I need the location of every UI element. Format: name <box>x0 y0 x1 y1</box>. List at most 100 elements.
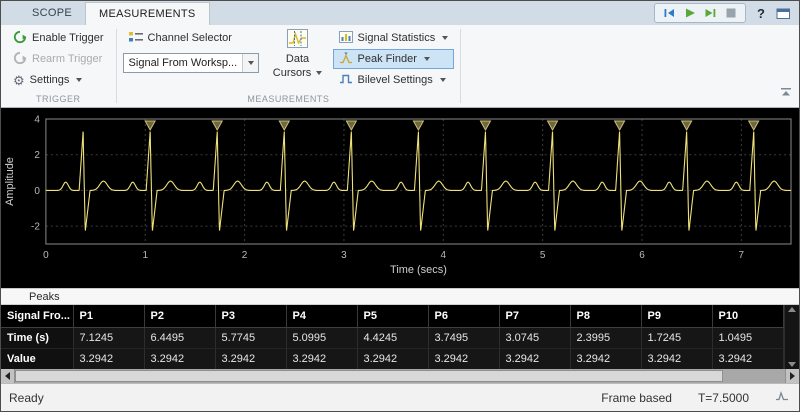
peaks-cell[interactable]: 5.7745 <box>215 327 286 348</box>
stop-icon[interactable] <box>725 7 737 19</box>
frame-mode-label: Frame based <box>601 391 672 405</box>
svg-text:Time (secs): Time (secs) <box>390 264 447 276</box>
scrollbar-thumb[interactable] <box>15 370 723 382</box>
scroll-left-icon[interactable] <box>1 369 15 383</box>
measurements-section-label: MEASUREMENTS <box>123 93 455 107</box>
peaks-cell[interactable]: 2.3995 <box>570 327 641 348</box>
peaks-row-label: Value <box>1 348 73 369</box>
peaks-col-header[interactable]: P5 <box>357 305 428 327</box>
peaks-cell[interactable]: 3.2942 <box>286 348 357 369</box>
collapse-ribbon-icon[interactable] <box>780 84 792 102</box>
help-button[interactable]: ? <box>755 6 767 21</box>
scroll-down-icon[interactable] <box>788 362 796 367</box>
peaks-cell[interactable]: 6.4495 <box>144 327 215 348</box>
peaks-col-header[interactable]: P2 <box>144 305 215 327</box>
chevron-down-icon <box>316 71 322 75</box>
chevron-down-icon <box>442 36 448 40</box>
combobox-arrow-button[interactable] <box>242 54 258 72</box>
peaks-col-header[interactable]: P4 <box>286 305 357 327</box>
table-row: Value3.29423.29423.29423.29423.29423.294… <box>1 348 799 369</box>
svg-text:7: 7 <box>739 250 745 261</box>
tab-measurements[interactable]: MEASUREMENTS <box>85 2 210 25</box>
chevron-down-icon <box>440 78 446 82</box>
trigger-section: Enable Trigger Rearm Trigger ⚙ Settings … <box>1 25 116 107</box>
peaks-col-header[interactable]: P10 <box>712 305 783 327</box>
simulation-time-label: T=7.5000 <box>698 391 749 405</box>
peaks-col-header[interactable]: P3 <box>215 305 286 327</box>
peaks-cell[interactable]: 1.7245 <box>641 327 712 348</box>
channel-selector-button[interactable]: Channel Selector <box>123 28 263 48</box>
trigger-settings-button[interactable]: ⚙ Settings <box>7 70 110 90</box>
scope-canvas[interactable]: 01234567-2024Time (secs)Amplitude <box>1 108 799 288</box>
trigger-section-label: TRIGGER <box>7 93 110 107</box>
vertical-scrollbar[interactable] <box>784 305 799 369</box>
step-back-icon[interactable] <box>663 7 676 19</box>
peaks-col-header[interactable]: P8 <box>570 305 641 327</box>
run-icon[interactable] <box>684 7 696 19</box>
svg-text:1: 1 <box>142 250 148 261</box>
channel-selector-label: Channel Selector <box>148 32 232 44</box>
dock-icon[interactable] <box>776 7 791 20</box>
chevron-down-icon <box>424 57 430 61</box>
settings-icon: ⚙ <box>13 74 25 87</box>
quick-access-toolbar: ? <box>654 1 799 25</box>
peaks-cell[interactable]: 5.0995 <box>286 327 357 348</box>
peaks-cell[interactable]: 3.2942 <box>499 348 570 369</box>
peaks-col-header[interactable]: P9 <box>641 305 712 327</box>
peaks-cell[interactable]: 3.2942 <box>712 348 783 369</box>
peak-finder-icon <box>339 52 353 67</box>
peaks-cell[interactable]: 3.2942 <box>215 348 286 369</box>
signal-statistics-label: Signal Statistics <box>358 32 436 44</box>
peaks-col-header[interactable]: Signal Fro... <box>1 305 73 327</box>
scroll-up-icon[interactable] <box>788 307 796 312</box>
status-bar: Ready Frame based T=7.5000 <box>1 383 799 411</box>
peaks-cell[interactable]: 3.2942 <box>357 348 428 369</box>
peaks-table[interactable]: Signal Fro...P1P2P3P4P5P6P7P8P9P10Time (… <box>1 305 799 369</box>
peaks-cell[interactable]: 3.0745 <box>499 327 570 348</box>
chevron-down-icon <box>76 78 82 82</box>
peaks-cell[interactable]: 3.2942 <box>570 348 641 369</box>
svg-text:2: 2 <box>242 250 248 261</box>
peaks-col-header[interactable]: P1 <box>73 305 144 327</box>
svg-text:3: 3 <box>341 250 347 261</box>
svg-text:0: 0 <box>43 250 49 261</box>
peaks-cell[interactable]: 3.2942 <box>144 348 215 369</box>
svg-text:4: 4 <box>441 250 447 261</box>
peak-finder-button[interactable]: Peak Finder <box>333 49 455 69</box>
data-cursors-label-line1: Data <box>286 52 309 66</box>
enable-trigger-button[interactable]: Enable Trigger <box>7 28 110 48</box>
peaks-cell[interactable]: 1.0495 <box>712 327 783 348</box>
step-forward-icon[interactable] <box>704 7 717 19</box>
peaks-cell[interactable]: 4.4245 <box>357 327 428 348</box>
scroll-right-icon[interactable] <box>785 369 799 383</box>
peaks-col-header[interactable]: P6 <box>428 305 499 327</box>
bilevel-settings-button[interactable]: Bilevel Settings <box>333 70 455 90</box>
data-cursors-icon <box>287 29 308 52</box>
signal-statistics-button[interactable]: Signal Statistics <box>333 28 455 48</box>
rearm-trigger-button[interactable]: Rearm Trigger <box>7 49 110 69</box>
svg-text:2: 2 <box>34 150 40 161</box>
ribbon: Enable Trigger Rearm Trigger ⚙ Settings … <box>1 25 799 108</box>
peaks-cell[interactable]: 3.7495 <box>428 327 499 348</box>
peaks-cell[interactable]: 7.1245 <box>73 327 144 348</box>
horizontal-scrollbar[interactable] <box>1 369 799 383</box>
svg-text:4: 4 <box>34 114 40 125</box>
scope-plot[interactable]: 01234567-2024Time (secs)Amplitude <box>1 108 799 288</box>
enable-trigger-label: Enable Trigger <box>32 32 104 44</box>
channel-selector-icon <box>129 31 143 46</box>
source-combobox[interactable]: Signal From Worksp... <box>123 53 259 73</box>
rearm-trigger-icon <box>13 51 27 68</box>
peaks-cell[interactable]: 3.2942 <box>428 348 499 369</box>
source-combobox-value: Signal From Worksp... <box>129 57 238 69</box>
peaks-col-header[interactable]: P7 <box>499 305 570 327</box>
peaks-cell[interactable]: 3.2942 <box>73 348 144 369</box>
svg-text:6: 6 <box>639 250 645 261</box>
data-cursors-button[interactable]: Data Cursors <box>271 28 325 93</box>
tab-scope[interactable]: SCOPE <box>19 1 85 25</box>
trigger-settings-label: Settings <box>30 74 70 86</box>
svg-text:0: 0 <box>34 186 40 197</box>
bilevel-settings-icon <box>339 73 353 88</box>
svg-text:5: 5 <box>540 250 546 261</box>
playback-controls <box>654 3 746 23</box>
peaks-cell[interactable]: 3.2942 <box>641 348 712 369</box>
